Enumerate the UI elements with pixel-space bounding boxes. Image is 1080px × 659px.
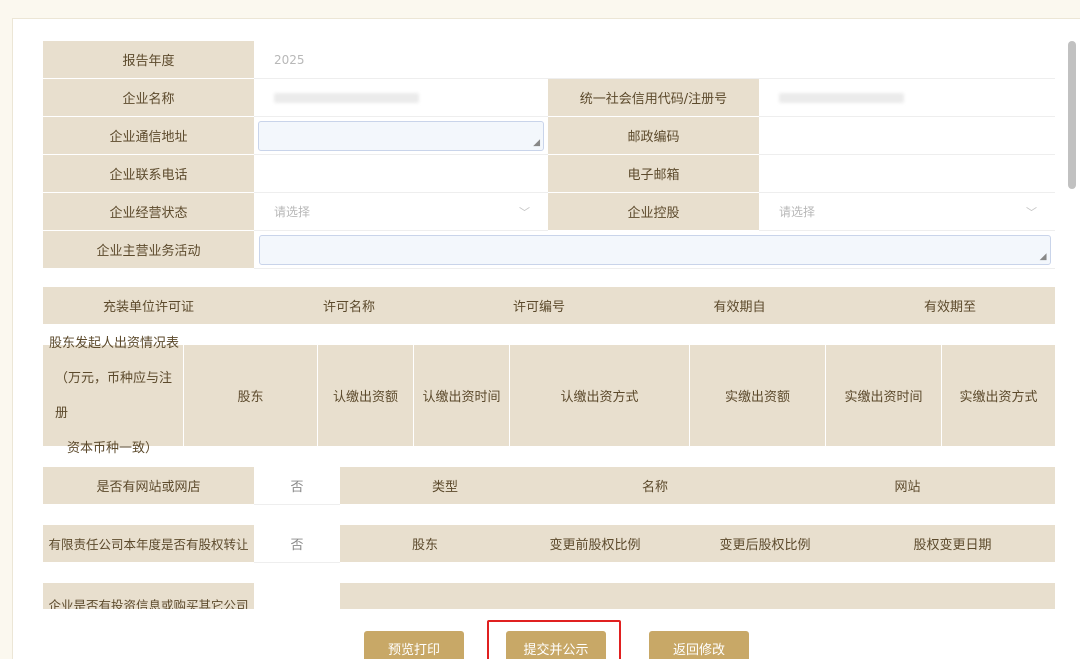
vertical-scrollbar[interactable] xyxy=(1068,41,1076,589)
equity-col-4: 股权变更日期 xyxy=(850,525,1055,563)
investment-header-fill xyxy=(340,583,1055,609)
preview-print-button[interactable]: 预览打印 xyxy=(364,631,464,659)
row-report-year: 报告年度 2025 xyxy=(43,41,1055,79)
address-cell: ◢ xyxy=(254,117,548,155)
scrollbar-thumb[interactable] xyxy=(1068,41,1076,189)
license-col-3: 许可编号 xyxy=(444,287,634,325)
address-textarea[interactable]: ◢ xyxy=(258,120,544,151)
report-form-panel: 报告年度 2025 企业名称 统一社会信用代码/注册号 企业通信地址 ◢ 邮政编… xyxy=(12,18,1080,659)
report-year-label: 报告年度 xyxy=(43,41,254,79)
shareholder-col-6: 实缴出资时间 xyxy=(825,345,941,447)
email-input[interactable] xyxy=(759,155,1055,193)
company-name-label: 企业名称 xyxy=(43,79,254,117)
equity-question: 有限责任公司本年度是否有股权转让 xyxy=(43,525,254,563)
phone-input[interactable] xyxy=(254,155,548,193)
credit-code-value xyxy=(759,79,1055,117)
redacted-credit-code xyxy=(779,92,904,103)
row-phone: 企业联系电话 电子邮箱 xyxy=(43,155,1055,193)
holding-placeholder: 请选择 xyxy=(779,205,816,219)
shareholder-col-2: 认缴出资额 xyxy=(317,345,413,447)
investment-row: 企业是否有投资信息或购买其它公司 xyxy=(43,583,1055,609)
shareholder-table-header: 股东发起人出资情况表 （万元，币种应与注册 资本币种一致） 股东 认缴出资额 认… xyxy=(43,336,1055,456)
license-table-header: 充装单位许可证 许可名称 许可编号 有效期自 有效期至 xyxy=(43,287,1055,325)
business-label: 企业主营业务活动 xyxy=(43,231,254,269)
action-bar: 预览打印 提交并公示 返回修改 xyxy=(13,609,1080,659)
business-cell: ◢ xyxy=(254,231,1055,269)
website-col-3: 网站 xyxy=(760,467,1055,505)
report-year-value: 2025 xyxy=(254,41,1055,79)
status-select[interactable]: 请选择 ﹀ xyxy=(254,193,548,231)
postal-code-label: 邮政编码 xyxy=(548,117,759,155)
highlight-box xyxy=(487,620,621,659)
holding-select[interactable]: 请选择 ﹀ xyxy=(759,193,1055,231)
company-name-value xyxy=(254,79,548,117)
redacted-company-name xyxy=(274,92,419,103)
chevron-down-icon: ﹀ xyxy=(519,205,530,219)
equity-answer: 否 xyxy=(254,525,340,563)
chevron-down-icon: ﹀ xyxy=(1026,205,1037,219)
business-textarea[interactable]: ◢ xyxy=(258,234,1051,265)
shareholder-title-line-3: 资本币种一致） xyxy=(67,440,159,456)
credit-code-label: 统一社会信用代码/注册号 xyxy=(548,79,759,117)
shareholder-col-7: 实缴出资方式 xyxy=(941,345,1055,447)
license-col-5: 有效期至 xyxy=(845,287,1055,325)
equity-col-1: 股东 xyxy=(340,525,510,563)
shareholder-title-line-1: 股东发起人出资情况表 xyxy=(49,335,180,351)
email-label: 电子邮箱 xyxy=(548,155,759,193)
address-label: 企业通信地址 xyxy=(43,117,254,155)
equity-table-header: 有限责任公司本年度是否有股权转让 否 股东 变更前股权比例 变更后股权比例 股权… xyxy=(43,525,1055,563)
equity-col-3: 变更后股权比例 xyxy=(680,525,850,563)
investment-answer xyxy=(254,583,340,609)
shareholder-col-4: 认缴出资方式 xyxy=(509,345,689,447)
website-table-header: 是否有网站或网店 否 类型 名称 网站 xyxy=(43,467,1055,505)
resize-handle-icon[interactable]: ◢ xyxy=(533,138,540,148)
resize-handle-icon[interactable]: ◢ xyxy=(1040,252,1047,262)
investment-question: 企业是否有投资信息或购买其它公司 xyxy=(43,583,254,609)
shareholder-title-line-2: （万元，币种应与注册 xyxy=(55,370,173,421)
postal-code-input[interactable] xyxy=(759,117,1055,155)
back-edit-button[interactable]: 返回修改 xyxy=(649,631,749,659)
license-col-4: 有效期自 xyxy=(634,287,845,325)
form-scroll-area: 报告年度 2025 企业名称 统一社会信用代码/注册号 企业通信地址 ◢ 邮政编… xyxy=(43,41,1055,609)
website-col-2: 名称 xyxy=(550,467,760,505)
website-col-1: 类型 xyxy=(340,467,550,505)
shareholder-title: 股东发起人出资情况表 （万元，币种应与注册 资本币种一致） xyxy=(43,336,183,456)
row-address: 企业通信地址 ◢ 邮政编码 xyxy=(43,117,1055,155)
shareholder-col-3: 认缴出资时间 xyxy=(413,345,509,447)
website-question: 是否有网站或网店 xyxy=(43,467,254,505)
row-business: 企业主营业务活动 ◢ xyxy=(43,231,1055,269)
license-col-2: 许可名称 xyxy=(254,287,444,325)
website-answer: 否 xyxy=(254,467,340,505)
shareholder-col-5: 实缴出资额 xyxy=(689,345,825,447)
shareholder-col-1: 股东 xyxy=(183,345,317,447)
row-status: 企业经营状态 请选择 ﹀ 企业控股 请选择 ﹀ xyxy=(43,193,1055,231)
equity-col-2: 变更前股权比例 xyxy=(510,525,680,563)
row-company-name: 企业名称 统一社会信用代码/注册号 xyxy=(43,79,1055,117)
license-col-1: 充装单位许可证 xyxy=(43,287,254,325)
status-label: 企业经营状态 xyxy=(43,193,254,231)
holding-label: 企业控股 xyxy=(548,193,759,231)
phone-label: 企业联系电话 xyxy=(43,155,254,193)
status-placeholder: 请选择 xyxy=(274,205,311,219)
